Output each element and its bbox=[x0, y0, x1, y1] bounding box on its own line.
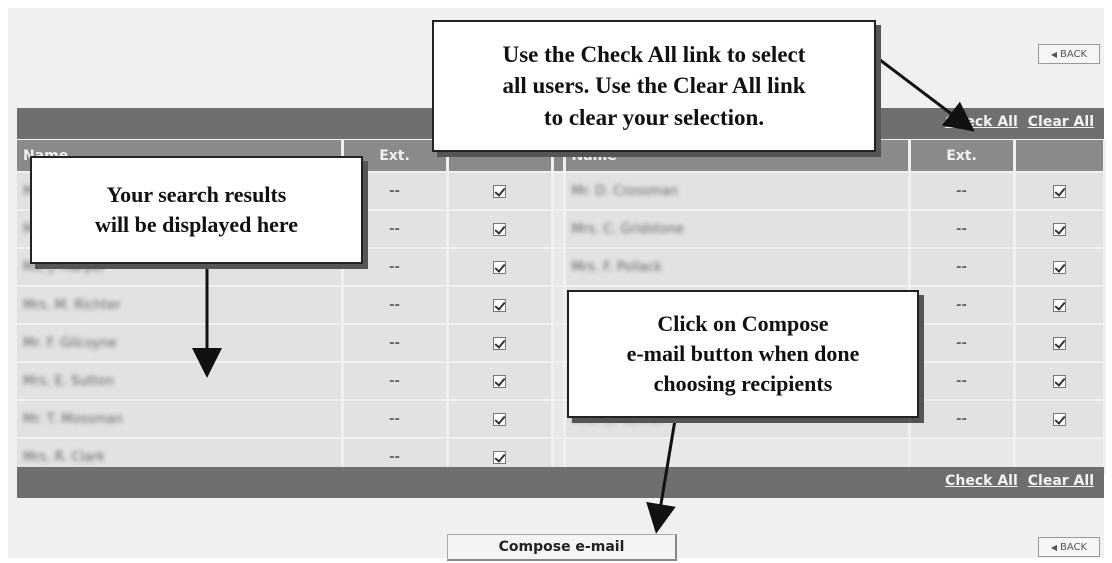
callout-check-all-line-3: to clear your selection. bbox=[543, 104, 765, 130]
recipient-checkbox[interactable] bbox=[1052, 222, 1066, 236]
recipient-check-cell bbox=[447, 361, 554, 400]
recipient-checkbox[interactable] bbox=[1052, 298, 1066, 312]
recipient-ext: -- bbox=[342, 323, 449, 362]
callout-compose-line-1: Click on Compose bbox=[657, 311, 829, 337]
table-row: Mr. T. Mossman -- Mrs. G. Tanner -- bbox=[17, 399, 1106, 438]
recipient-name: Mrs. C. Gridstone bbox=[571, 221, 684, 237]
recipient-ext: -- bbox=[909, 361, 1016, 400]
callout-results: Your search results will be displayed he… bbox=[30, 156, 363, 264]
recipient-name: Mr. T. Mossman bbox=[23, 411, 123, 427]
recipient-checkbox[interactable] bbox=[493, 450, 506, 464]
recipient-check-cell bbox=[1014, 285, 1106, 324]
recipient-checkbox[interactable] bbox=[1052, 184, 1066, 198]
table-row: Mrs. E. Sutton--Mr. P. Whitford-- bbox=[17, 361, 1106, 400]
recipient-name-cell: Mrs. C. Gridstone bbox=[564, 209, 911, 248]
row-spacer bbox=[552, 285, 566, 324]
callout-compose: Click on Compose e-mail button when done… bbox=[567, 290, 919, 418]
table-row: Mrs. M. Richter--Mr. A. Beaumont-- bbox=[17, 285, 1106, 324]
back-button-top[interactable]: ◀ BACK bbox=[1038, 44, 1100, 64]
recipient-name-cell: Mr. T. Mossman bbox=[17, 399, 344, 438]
recipient-ext: -- bbox=[342, 285, 449, 324]
recipient-checkbox[interactable] bbox=[493, 336, 506, 350]
recipient-check-cell bbox=[1014, 171, 1106, 210]
back-arrow-icon: ◀ bbox=[1050, 542, 1058, 552]
recipient-ext: -- bbox=[909, 247, 1016, 286]
check-all-link-bottom[interactable]: Check All bbox=[945, 473, 1018, 489]
recipient-checkbox[interactable] bbox=[493, 412, 506, 426]
row-spacer bbox=[552, 171, 566, 210]
check-all-link-top[interactable]: Check All bbox=[945, 114, 1018, 130]
row-spacer bbox=[552, 209, 566, 248]
clear-all-link-bottom[interactable]: Clear All bbox=[1028, 473, 1094, 489]
callout-compose-line-2: e-mail button when done bbox=[626, 341, 860, 367]
recipient-checkbox[interactable] bbox=[493, 184, 506, 198]
row-spacer bbox=[552, 399, 566, 438]
recipient-check-cell bbox=[447, 285, 554, 324]
recipient-name-cell: Mrs. M. Richter bbox=[17, 285, 344, 324]
recipient-name-cell: Mr. F. Gilcoyne bbox=[17, 323, 344, 362]
recipient-name: Mrs. F. Pollack bbox=[571, 259, 662, 275]
recipient-check-cell bbox=[447, 171, 554, 210]
back-button-bottom[interactable]: ◀ BACK bbox=[1038, 537, 1100, 557]
recipient-checkbox[interactable] bbox=[493, 374, 506, 388]
back-label: BACK bbox=[1060, 48, 1088, 60]
recipient-name: Mr. F. Gilcoyne bbox=[23, 335, 117, 351]
recipient-checkbox[interactable] bbox=[1052, 412, 1066, 426]
recipient-check-cell bbox=[447, 247, 554, 286]
recipient-check-cell bbox=[1014, 323, 1106, 362]
recipient-checkbox[interactable] bbox=[493, 260, 506, 274]
bottom-link-group: Check All Clear All bbox=[945, 473, 1094, 489]
recipient-ext: -- bbox=[342, 361, 449, 400]
recipient-name: Mr. D. Crossman bbox=[571, 183, 678, 199]
callout-results-line-2: will be displayed here bbox=[94, 212, 299, 237]
recipient-check-cell bbox=[447, 399, 554, 438]
recipient-ext: -- bbox=[909, 285, 1016, 324]
recipient-name: Mrs. E. Sutton bbox=[23, 373, 114, 389]
recipient-check-cell bbox=[447, 323, 554, 362]
table-row: Mr. F. Gilcoyne--Ms. L. Kendall-- bbox=[17, 323, 1106, 362]
row-spacer bbox=[552, 361, 566, 400]
recipient-check-cell bbox=[1014, 209, 1106, 248]
row-spacer bbox=[552, 323, 566, 362]
back-label: BACK bbox=[1060, 541, 1088, 553]
recipient-checkbox[interactable] bbox=[1052, 260, 1066, 274]
callout-check-all-line-2: all users. Use the Clear All link bbox=[502, 73, 806, 99]
recipient-ext: -- bbox=[909, 209, 1016, 248]
recipient-check-cell bbox=[1014, 399, 1106, 438]
recipient-check-cell bbox=[1014, 247, 1106, 286]
clear-all-link-top[interactable]: Clear All bbox=[1028, 114, 1094, 130]
recipient-checkbox[interactable] bbox=[493, 222, 506, 236]
compose-email-button[interactable]: Compose e-mail bbox=[447, 534, 677, 561]
recipient-checkbox[interactable] bbox=[1052, 374, 1066, 388]
recipient-name-cell: Mr. D. Crossman bbox=[564, 171, 911, 210]
recipient-ext: -- bbox=[342, 399, 449, 438]
recipient-checkbox[interactable] bbox=[1052, 336, 1066, 350]
recipient-name: Mrs. M. Richter bbox=[23, 297, 121, 313]
row-spacer bbox=[552, 247, 566, 286]
callout-results-line-1: Your search results bbox=[106, 182, 287, 208]
recipient-name: Mrs. R. Clark bbox=[23, 449, 105, 465]
recipient-name-cell: Mrs. E. Sutton bbox=[17, 361, 344, 400]
callout-compose-line-3: choosing recipients bbox=[653, 370, 833, 396]
bottom-toolbar: Check All Clear All bbox=[17, 467, 1104, 498]
recipient-ext: -- bbox=[909, 171, 1016, 210]
callout-check-all-line-1: Use the Check All link to select bbox=[502, 42, 806, 68]
recipient-ext: -- bbox=[909, 399, 1016, 438]
back-arrow-icon: ◀ bbox=[1050, 49, 1058, 59]
recipient-check-cell bbox=[447, 209, 554, 248]
top-link-group: Check All Clear All bbox=[945, 114, 1094, 130]
header-ext-right: Ext. bbox=[909, 140, 1016, 172]
recipient-check-cell bbox=[1014, 361, 1106, 400]
header-check-right bbox=[1014, 140, 1106, 172]
recipient-name-cell: Mrs. F. Pollack bbox=[564, 247, 911, 286]
recipient-ext: -- bbox=[909, 323, 1016, 362]
callout-check-all: Use the Check All link to select all use… bbox=[432, 20, 876, 152]
recipient-checkbox[interactable] bbox=[493, 298, 506, 312]
